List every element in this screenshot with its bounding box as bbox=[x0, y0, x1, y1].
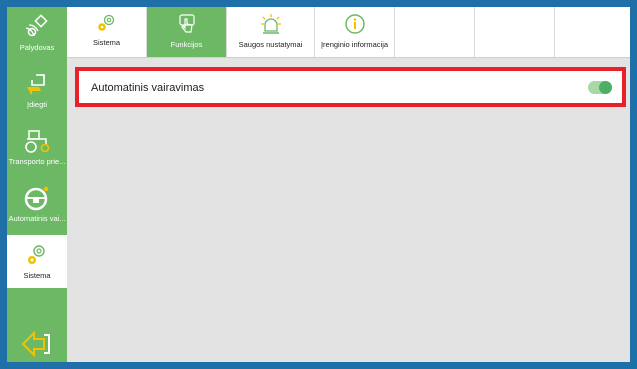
info-icon bbox=[344, 14, 365, 34]
sidebar-item-label: Palydovas bbox=[19, 43, 55, 52]
sidebar-item-transporto[interactable]: Transporto prie... bbox=[7, 121, 67, 178]
install-icon bbox=[27, 74, 45, 94]
tractor-icon bbox=[25, 130, 50, 153]
tab-label: Saugos nustatymai bbox=[238, 40, 303, 49]
auto-steering-label: Automatinis vairavimas bbox=[91, 82, 205, 94]
sidebar-item-label: Transporto prie... bbox=[8, 157, 66, 166]
auto-steering-toggle[interactable] bbox=[588, 81, 612, 94]
toggle-knob bbox=[599, 81, 612, 94]
gear-icon bbox=[97, 14, 114, 31]
sidebar-item-label: Sistema bbox=[23, 271, 51, 280]
tab-bar: Sistema Funkcijos Saugos nustatymai Įren… bbox=[67, 7, 630, 58]
sidebar-item-label: Įdiegti bbox=[26, 100, 47, 109]
tab-saugos-nustatymai[interactable]: Saugos nustatymai bbox=[227, 7, 315, 57]
tab-label: Įrenginio informacija bbox=[320, 40, 389, 49]
tab-empty bbox=[475, 7, 555, 57]
tab-label: Funkcijos bbox=[170, 40, 203, 49]
sidebar: Palydovas Įdiegti Transporto prie... Aut… bbox=[7, 7, 67, 362]
warning-light-icon bbox=[260, 14, 281, 34]
app-window: Palydovas Įdiegti Transporto prie... Aut… bbox=[7, 7, 630, 362]
tab-empty bbox=[395, 7, 475, 57]
tab-funkcijos[interactable]: Funkcijos bbox=[147, 7, 227, 57]
sidebar-item-palydovas[interactable]: Palydovas bbox=[7, 7, 67, 64]
sidebar-item-idiegti[interactable]: Įdiegti bbox=[7, 64, 67, 121]
sidebar-item-sistema[interactable]: Sistema bbox=[7, 235, 67, 288]
tab-label: Sistema bbox=[92, 38, 121, 47]
satellite-icon bbox=[25, 14, 48, 37]
auto-steering-row[interactable]: Automatinis vairavimas bbox=[75, 67, 626, 107]
tab-sistema[interactable]: Sistema bbox=[67, 7, 147, 57]
gear-icon bbox=[28, 245, 45, 264]
back-arrow-icon bbox=[21, 330, 50, 357]
tab-irenginio-informacija[interactable]: Įrenginio informacija bbox=[315, 7, 395, 57]
sidebar-item-automatinis[interactable]: Automatinis vai... bbox=[7, 178, 67, 235]
touch-hand-icon bbox=[178, 14, 195, 33]
back-button[interactable] bbox=[7, 325, 67, 362]
steering-wheel-icon bbox=[24, 186, 49, 211]
sidebar-item-label: Automatinis vai... bbox=[8, 214, 66, 223]
